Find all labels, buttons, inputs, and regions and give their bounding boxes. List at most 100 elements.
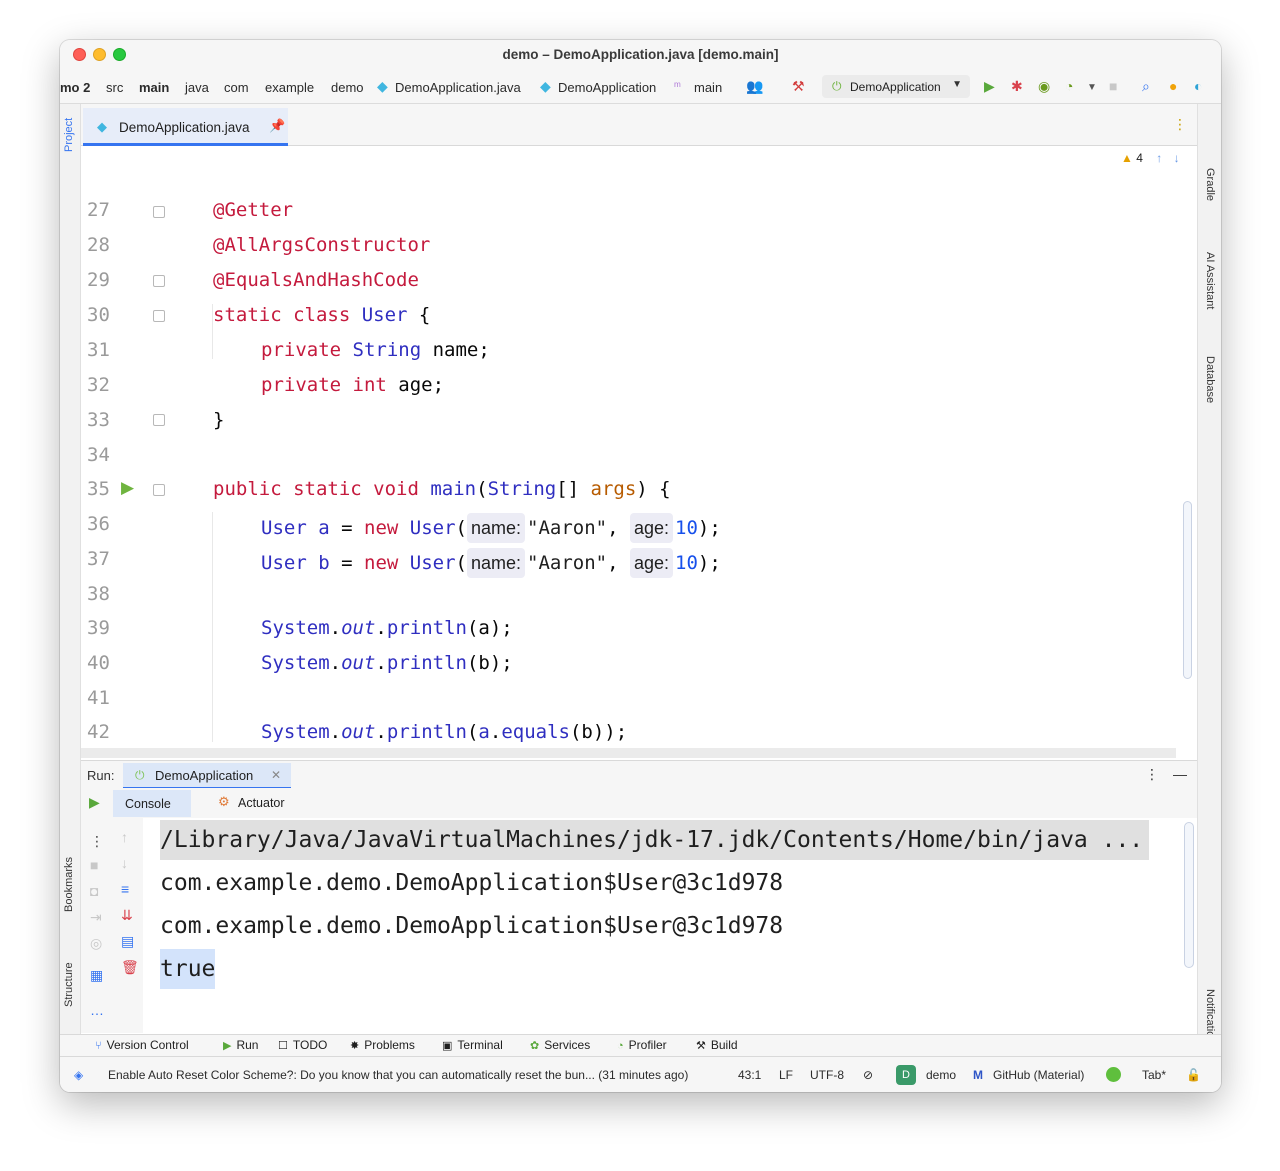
coverage-icon[interactable]: ◉	[1038, 78, 1050, 94]
settings-icon[interactable]: ◎	[90, 936, 102, 950]
more-actions-icon[interactable]: ⋮	[90, 834, 104, 848]
rerun-icon[interactable]: ▶	[89, 795, 100, 809]
breadcrumb-demo[interactable]: demo	[331, 80, 364, 95]
search-icon[interactable]: ⌕	[1142, 78, 1150, 94]
run-toolbar: ⋮ ↑ ↓ ■ ≡ ◘ ⇊ ⇥ ▤ ◎ 🗑 ▦ …	[81, 818, 143, 1033]
layout-icon[interactable]: ▦	[90, 968, 103, 982]
gradle-tool-button[interactable]: Gradle	[1204, 168, 1216, 201]
breadcrumb-com[interactable]: com	[224, 80, 249, 95]
stop-icon[interactable]: ■	[90, 858, 98, 872]
scroll-down-icon[interactable]: ↓	[121, 856, 128, 870]
breadcrumb-java[interactable]: java	[185, 80, 209, 95]
exit-icon[interactable]: ⇥	[90, 910, 102, 924]
code-line: static class User {	[213, 304, 431, 326]
inspection-widget[interactable]: ▲ 4 ↑ ↓	[1121, 151, 1180, 165]
profile-icon[interactable]: ◔	[1065, 78, 1073, 94]
code-editor[interactable]: ▲ 4 ↑ ↓ 27 28 29 30 31 32 33 34 35 36 37…	[81, 147, 1197, 758]
code-line: @Getter	[213, 199, 294, 221]
camera-icon[interactable]: ◘	[90, 884, 98, 898]
line-number: 33	[87, 409, 110, 431]
print-icon[interactable]: ▤	[121, 934, 134, 948]
tool-run[interactable]: ▶ Run	[223, 1038, 258, 1052]
power-icon: ⏻	[135, 768, 145, 782]
console-line: true	[160, 949, 216, 989]
todo-icon: ☐	[278, 1040, 288, 1052]
console-line: com.example.demo.DemoApplication$User@3c…	[160, 913, 784, 939]
tool-version-control[interactable]: ⑂ Version Control	[95, 1038, 189, 1052]
soft-wrap-icon[interactable]: ≡	[121, 882, 129, 896]
ai-assistant-tool-button[interactable]: AI Assistant	[1204, 252, 1216, 309]
editor-scrollbar[interactable]	[1183, 501, 1192, 679]
lock-icon[interactable]: 🔓	[1186, 1068, 1201, 1082]
caret-position[interactable]: 43:1	[738, 1068, 761, 1082]
tool-build[interactable]: ⚒ Build	[696, 1038, 738, 1052]
indent-setting[interactable]: Tab*	[1142, 1068, 1166, 1082]
code-line: @EqualsAndHashCode	[213, 269, 419, 291]
trash-icon[interactable]: 🗑	[121, 960, 139, 974]
run-icon[interactable]: ▶	[984, 78, 995, 94]
profiler-icon: ◔	[617, 1040, 624, 1052]
breadcrumb-project[interactable]: mo 2	[60, 80, 90, 95]
breadcrumb-file[interactable]: DemoApplication.java	[395, 80, 521, 95]
theme-name[interactable]: GitHub (Material)	[993, 1068, 1084, 1082]
build-hammer-icon[interactable]: ⚒	[792, 78, 805, 94]
bottom-tool-bar: ⑂ Version Control ▶ Run ☐ TODO ✸ Problems ▣ T…	[60, 1034, 1221, 1056]
fold-marker[interactable]	[153, 310, 165, 322]
plugin-icon[interactable]: ◐	[1194, 78, 1202, 94]
database-tool-button[interactable]: Database	[1204, 356, 1216, 403]
structure-tool-button[interactable]: Structure	[63, 962, 75, 1007]
previous-highlight-icon[interactable]: ↑	[1156, 151, 1162, 165]
file-encoding[interactable]: UTF-8	[810, 1068, 844, 1082]
fold-marker[interactable]	[153, 275, 165, 287]
run-icon: ▶	[223, 1040, 232, 1052]
line-separator[interactable]: LF	[779, 1068, 793, 1082]
minimize-icon[interactable]: —	[1173, 766, 1187, 782]
run-configuration-selector[interactable]: ⏻ DemoApplication ▼	[822, 75, 970, 98]
status-message[interactable]: Enable Auto Reset Color Scheme?: Do you …	[108, 1068, 704, 1082]
tool-profiler[interactable]: ◔ Profiler	[617, 1038, 667, 1052]
bookmarks-tool-button[interactable]: Bookmarks	[63, 857, 75, 912]
breadcrumb-class[interactable]: DemoApplication	[558, 80, 656, 95]
breadcrumb-example[interactable]: example	[265, 80, 314, 95]
run-main-gutter-icon[interactable]: ▶	[121, 478, 134, 498]
next-highlight-icon[interactable]: ↓	[1174, 151, 1180, 165]
console-output[interactable]: /Library/Java/JavaVirtualMachines/jdk-17…	[143, 818, 1197, 1033]
project-name[interactable]: demo	[926, 1068, 956, 1082]
tool-problems[interactable]: ✸ Problems	[350, 1038, 415, 1052]
pin-icon[interactable]: 📌	[269, 118, 285, 134]
tab-demo-application-java[interactable]: ◆ DemoApplication.java 📌	[83, 108, 288, 146]
breadcrumb-main[interactable]: main	[139, 80, 169, 95]
fold-marker[interactable]	[153, 484, 165, 496]
close-icon[interactable]: ✕	[271, 768, 281, 782]
tab-more-icon[interactable]: ⋮	[1173, 116, 1187, 133]
users-icon[interactable]: 👥	[746, 78, 763, 94]
title-bar: demo – DemoApplication.java [demo.main]	[60, 40, 1221, 70]
more-icon[interactable]: …	[90, 1003, 104, 1017]
run-tab-demo-application[interactable]: ⏻ DemoApplication ✕	[123, 763, 291, 789]
breadcrumb-method[interactable]: main	[694, 80, 722, 95]
breadcrumb-src[interactable]: src	[106, 80, 123, 95]
tool-services[interactable]: ✿ Services	[530, 1038, 590, 1052]
line-number: 32	[87, 374, 110, 396]
more-options-icon[interactable]: ⋮	[1145, 766, 1159, 783]
console-scrollbar[interactable]	[1184, 822, 1194, 968]
scroll-to-end-icon[interactable]: ⇊	[121, 908, 133, 922]
tool-todo[interactable]: ☐ TODO	[278, 1038, 327, 1052]
readonly-toggle-icon[interactable]: ⊘	[863, 1068, 873, 1082]
more-run-options-icon[interactable]: ▼	[1087, 80, 1097, 96]
fold-marker[interactable]	[153, 206, 165, 218]
fold-marker[interactable]	[153, 414, 165, 426]
project-tool-button[interactable]: Project	[63, 118, 75, 152]
update-icon[interactable]: ●	[1169, 78, 1177, 94]
indent-guide	[212, 512, 213, 742]
scroll-up-icon[interactable]: ↑	[121, 830, 128, 844]
status-indicator[interactable]	[1106, 1067, 1121, 1082]
stop-icon[interactable]: ■	[1109, 78, 1117, 94]
chevron-down-icon: ▼	[952, 79, 962, 90]
tool-terminal[interactable]: ▣ Terminal	[442, 1038, 503, 1052]
code-line: System.out.println(a);	[261, 617, 513, 639]
debug-icon[interactable]: ✱	[1011, 78, 1023, 94]
tab-console[interactable]: Console	[113, 790, 191, 817]
layers-icon[interactable]: ◈	[74, 1068, 83, 1082]
power-icon: ⏻	[832, 79, 842, 93]
